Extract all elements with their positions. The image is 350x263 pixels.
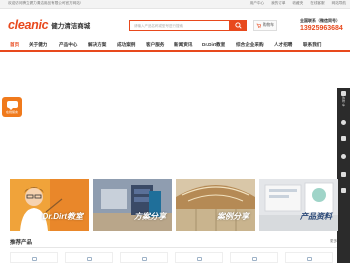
section-divider — [10, 247, 337, 248]
nav-about[interactable]: 关于健力 — [29, 42, 47, 48]
online-message-label: 在线留言 — [5, 109, 18, 114]
product-card[interactable] — [285, 252, 333, 263]
nav-contact[interactable]: 联系我们 — [303, 42, 321, 48]
top-link-orders[interactable]: 我的订单 — [271, 1, 285, 5]
top-link-user-center[interactable]: 用户中心 — [250, 1, 264, 5]
sidebar-qr[interactable] — [337, 188, 350, 193]
top-link-favorites[interactable]: 收藏夹 — [292, 1, 303, 5]
tile-solution-share-image — [93, 179, 172, 231]
tile-product-info-label: 产品资料 — [300, 212, 332, 221]
product-card[interactable] — [10, 252, 58, 263]
sidebar-cart[interactable]: 购物车 — [337, 91, 350, 107]
nav-service[interactable]: 客户服务 — [146, 42, 164, 48]
tile-case-share-image — [176, 179, 255, 231]
tile-product-info[interactable]: 产品资料 — [259, 179, 338, 231]
heart-icon — [341, 154, 346, 159]
category-tiles: Dr.Dirt教室 方案分享 案例分享 产品资料 — [10, 179, 338, 231]
tile-dr-dirt-image — [10, 179, 89, 231]
chat-bubble-icon — [6, 100, 18, 110]
top-link-service[interactable]: 在线客服 — [310, 1, 324, 5]
product-card[interactable] — [230, 252, 278, 263]
nav-products[interactable]: 产品中心 — [59, 42, 77, 48]
top-utility-bar: 欢迎访问腾立健力清洁用品有限公司官方网站! 用户中心 我的订单 收藏夹 在线客服… — [0, 0, 350, 9]
nav-careers[interactable]: 人才招聘 — [274, 42, 292, 48]
history-icon — [341, 172, 346, 177]
image-placeholder-icon — [252, 257, 257, 261]
main-nav: 首页 关于健力 产品中心 解决方案 成功案例 客户服务 新闻资讯 Dr.Dirt… — [0, 40, 350, 52]
logo-wordmark: cleanic — [8, 18, 49, 32]
recommended-more-link[interactable]: 更多 — [330, 239, 337, 244]
image-placeholder-icon — [32, 257, 37, 261]
welcome-text: 欢迎访问腾立健力清洁用品有限公司官方网站! — [8, 1, 81, 5]
sidebar-history[interactable] — [337, 172, 350, 177]
sidebar-collect[interactable] — [337, 136, 350, 141]
tile-dr-dirt-label: Dr.Dirt教室 — [42, 212, 83, 221]
recommended-products-title: 推荐产品 — [10, 240, 33, 246]
product-card[interactable] — [120, 252, 168, 263]
cart-button[interactable]: 购物车 — [253, 20, 277, 31]
nav-cases[interactable]: 成功案例 — [117, 42, 135, 48]
nav-dr-dirt[interactable]: Dr.Dirt教室 — [202, 42, 225, 48]
image-placeholder-icon — [87, 257, 92, 261]
nav-enterprise-purchase[interactable]: 综合企业采购 — [236, 42, 264, 48]
top-link-sitemap[interactable]: 网站导航 — [332, 1, 346, 5]
qr-icon — [341, 188, 346, 193]
nav-home[interactable]: 首页 — [10, 42, 19, 48]
tile-product-info-image — [259, 179, 338, 231]
product-card[interactable] — [175, 252, 223, 263]
online-message-button[interactable]: 在线留言 — [2, 97, 22, 117]
nav-news[interactable]: 新闻资讯 — [174, 42, 192, 48]
list-icon — [341, 136, 346, 141]
image-placeholder-icon — [142, 257, 147, 261]
logo-subtitle: 健力清洁商城 — [51, 23, 91, 30]
image-placeholder-icon — [307, 257, 312, 261]
sidebar-cart-label: 购物车 — [341, 96, 345, 107]
banner-area — [0, 54, 350, 172]
cart-icon — [256, 23, 261, 28]
tile-solution-share-label: 方案分享 — [134, 212, 166, 221]
hotline-label: 全国联系（微信同号） — [300, 18, 340, 23]
search-input[interactable]: 请输入产品名称或型号进行搜索 — [129, 20, 230, 31]
sidebar-favorites[interactable] — [337, 120, 350, 125]
site-logo[interactable]: cleanic 健力清洁商城 — [8, 18, 90, 32]
tile-solution-share[interactable]: 方案分享 — [93, 179, 172, 231]
search-button[interactable] — [230, 20, 247, 31]
user-icon — [341, 120, 346, 125]
cart-label: 购物车 — [262, 23, 275, 27]
tile-case-share[interactable]: 案例分享 — [176, 179, 255, 231]
search-icon — [235, 22, 242, 29]
hotline-number: 13925963684 — [300, 25, 343, 32]
tile-dr-dirt[interactable]: Dr.Dirt教室 — [10, 179, 89, 231]
image-placeholder-icon — [197, 257, 202, 261]
sidebar-heart[interactable] — [337, 154, 350, 159]
product-card[interactable] — [65, 252, 113, 263]
tile-case-share-label: 案例分享 — [217, 212, 249, 221]
nav-solutions[interactable]: 解决方案 — [88, 42, 106, 48]
right-sidebar: 购物车 — [337, 88, 350, 263]
top-links: 用户中心 我的订单 收藏夹 在线客服 网站导航 — [244, 1, 346, 6]
